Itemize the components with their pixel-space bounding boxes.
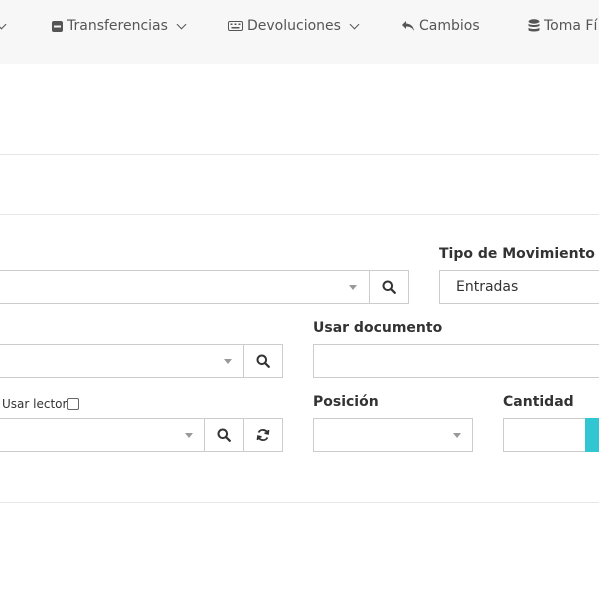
posicion-select[interactable] bbox=[313, 418, 473, 452]
usar-lector-label: Usar lector bbox=[2, 397, 68, 411]
nav-item-label: Toma Fí bbox=[544, 18, 598, 34]
nav-item-cambios[interactable]: Cambios bbox=[401, 17, 480, 35]
chevron-down-icon bbox=[0, 19, 7, 29]
tipo-movimiento-value: Entradas bbox=[456, 279, 519, 295]
nav-item-devoluciones[interactable]: Devoluciones bbox=[228, 17, 360, 35]
usar-documento-label: Usar documento bbox=[313, 320, 443, 336]
section-divider bbox=[0, 502, 599, 503]
cantidad-input[interactable] bbox=[503, 418, 587, 452]
nav-item-label: Transferencias bbox=[67, 18, 168, 34]
caret-down-icon bbox=[185, 433, 193, 438]
usar-documento-input[interactable] bbox=[313, 344, 599, 378]
caret-down-icon bbox=[453, 433, 461, 438]
search-button[interactable] bbox=[204, 418, 244, 452]
reply-icon bbox=[401, 20, 415, 32]
usar-lector-checkbox[interactable] bbox=[67, 398, 79, 410]
section-divider bbox=[0, 154, 599, 155]
search-icon bbox=[256, 354, 270, 368]
tipo-movimiento-label: Tipo de Movimiento bbox=[439, 246, 595, 262]
chevron-down-icon bbox=[349, 19, 360, 29]
refresh-icon bbox=[256, 429, 270, 441]
cantidad-label: Cantidad bbox=[503, 394, 574, 410]
document-select[interactable] bbox=[0, 344, 244, 378]
search-icon bbox=[217, 428, 231, 442]
search-icon bbox=[382, 280, 396, 294]
tipo-movimiento-select[interactable]: Entradas bbox=[439, 270, 599, 304]
chevron-down-icon bbox=[176, 19, 187, 29]
nav-cut-chevron[interactable] bbox=[0, 17, 7, 35]
nav-item-label: Cambios bbox=[419, 18, 480, 34]
database-icon bbox=[528, 19, 540, 33]
item-select[interactable] bbox=[0, 418, 205, 452]
search-button[interactable] bbox=[369, 270, 409, 304]
search-button[interactable] bbox=[243, 344, 283, 378]
caret-down-icon bbox=[224, 359, 232, 364]
minus-square-icon bbox=[52, 20, 63, 32]
nav-item-label: Devoluciones bbox=[247, 18, 341, 34]
keyboard-icon bbox=[228, 21, 243, 31]
top-nav: Transferencias Devoluciones Cambios Toma… bbox=[0, 0, 599, 64]
add-button[interactable] bbox=[585, 418, 599, 452]
nav-item-transferencias[interactable]: Transferencias bbox=[52, 17, 187, 35]
caret-down-icon bbox=[349, 285, 357, 290]
product-select[interactable] bbox=[0, 270, 370, 304]
posicion-label: Posición bbox=[313, 394, 379, 410]
section-divider bbox=[0, 214, 599, 215]
nav-item-toma-fisica[interactable]: Toma Fí bbox=[528, 17, 597, 35]
refresh-button[interactable] bbox=[243, 418, 283, 452]
